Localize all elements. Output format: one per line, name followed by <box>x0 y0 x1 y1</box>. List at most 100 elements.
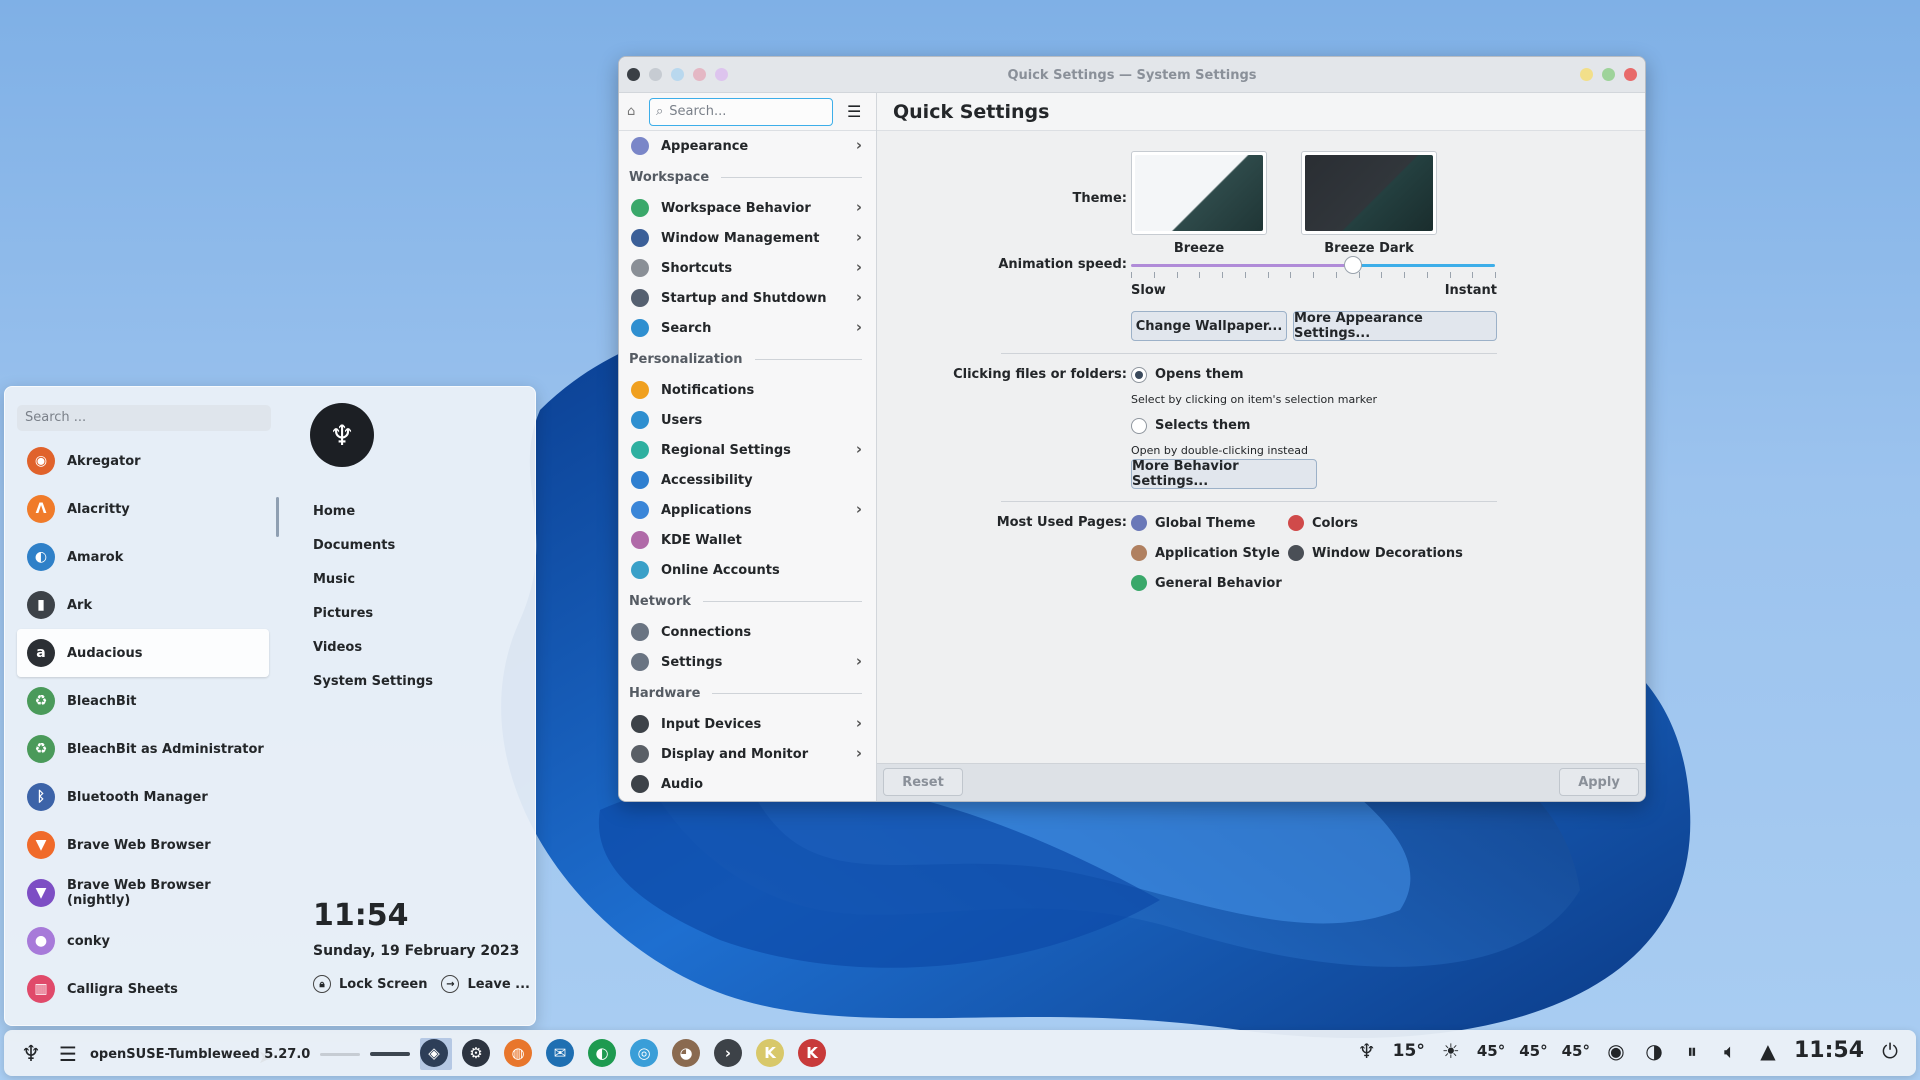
breeze-theme-thumbnail[interactable] <box>1131 151 1267 235</box>
more-appearance-settings-button[interactable]: More Appearance Settings... <box>1293 311 1497 341</box>
window-titlebar[interactable]: Quick Settings — System Settings <box>619 57 1645 93</box>
place-documents[interactable]: Documents <box>313 531 433 565</box>
night-color-icon[interactable]: ◑ <box>1642 1039 1666 1063</box>
launcher-app-item[interactable]: a Audacious <box>17 629 269 677</box>
sidebar-item-users[interactable]: Users <box>627 405 868 435</box>
temp-sensor-3[interactable]: 45° <box>1562 1042 1590 1060</box>
sidebar-item-kde-wallet[interactable]: KDE Wallet <box>627 525 868 555</box>
weather-temperature[interactable]: 15° <box>1393 1041 1425 1061</box>
opensuse-icon[interactable]: ♆ <box>1355 1039 1379 1063</box>
sidebar-item-startup-and-shutdown[interactable]: Startup and Shutdown › <box>627 283 868 313</box>
launcher-app-item[interactable]: ᛒ Bluetooth Manager <box>17 773 269 821</box>
sidebar-item-settings[interactable]: Settings › <box>627 647 868 677</box>
system-settings-task-button[interactable]: ⚙ <box>458 1036 494 1070</box>
launcher-app-item[interactable]: ♻ BleachBit as Administrator <box>17 725 269 773</box>
place-videos[interactable]: Videos <box>313 633 433 667</box>
more-behavior-settings-button[interactable]: More Behavior Settings... <box>1131 459 1317 489</box>
sidebar-item-connections[interactable]: Connections <box>627 617 868 647</box>
taskbar-clock[interactable]: 11:54 <box>1794 1038 1864 1063</box>
sidebar-item-appearance[interactable]: Appearance › <box>627 131 868 161</box>
thunderbird-task-button[interactable]: ✉ <box>542 1036 578 1070</box>
discover-task-button[interactable]: ◈ <box>416 1036 452 1070</box>
kvantum-manager-task-button[interactable]: K <box>794 1036 830 1070</box>
sidebar-search-input[interactable]: ⌕ Search... <box>649 97 833 126</box>
place-home[interactable]: Home <box>313 497 433 531</box>
launcher-icon[interactable]: ♆ <box>16 1042 46 1067</box>
sidebar-item-accessibility[interactable]: Accessibility <box>627 465 868 495</box>
lock-screen-button[interactable]: 🔒︎ Lock Screen <box>313 975 427 993</box>
store-task-button[interactable]: ◎ <box>626 1036 662 1070</box>
sidebar-item-regional-settings[interactable]: Regional Settings › <box>627 435 868 465</box>
spotify-like-task-button[interactable]: ◐ <box>584 1036 620 1070</box>
launcher-app-label: Audacious <box>67 645 143 661</box>
maximize-button[interactable] <box>1602 68 1615 81</box>
gimp-task-button[interactable]: ◕ <box>668 1036 704 1070</box>
chevron-right-icon: › <box>855 198 862 216</box>
place-pictures[interactable]: Pictures <box>313 599 433 633</box>
launcher-app-item[interactable]: ▮ Ark <box>17 581 269 629</box>
sidebar-item-shortcuts[interactable]: Shortcuts › <box>627 253 868 283</box>
sidebar-item-workspace-behavior[interactable]: Workspace Behavior › <box>627 193 868 223</box>
animation-speed-slider[interactable] <box>1131 256 1496 280</box>
temp-sensor-2[interactable]: 45° <box>1519 1042 1547 1060</box>
notifications-icon <box>631 381 649 399</box>
apply-button[interactable]: Apply <box>1559 768 1639 796</box>
opens-them-radio[interactable] <box>1131 367 1147 383</box>
change-wallpaper-button[interactable]: Change Wallpaper... <box>1131 311 1287 341</box>
place-music[interactable]: Music <box>313 565 433 599</box>
launcher-app-item[interactable]: Λ Alacritty <box>17 485 269 533</box>
most-used-window-decorations[interactable]: Window Decorations <box>1288 545 1463 561</box>
leave-button[interactable]: → Leave ... <box>441 975 530 993</box>
startup-and-shutdown-icon <box>631 289 649 307</box>
pause-icon[interactable]: ⏸︎ <box>1680 1039 1704 1063</box>
sidebar-item-search[interactable]: Search › <box>627 313 868 343</box>
temp-sensor-1[interactable]: 45° <box>1477 1042 1505 1060</box>
sidebar-item-label: Window Management <box>661 230 820 246</box>
alacritty-icon: Λ <box>27 495 55 523</box>
selects-them-radio[interactable] <box>1131 418 1147 434</box>
terminal-task-button[interactable]: › <box>710 1036 746 1070</box>
sidebar-item-window-management[interactable]: Window Management › <box>627 223 868 253</box>
tray-expand-icon[interactable]: ▲ <box>1756 1039 1780 1063</box>
minimize-button[interactable] <box>1580 68 1593 81</box>
launcher-app-item[interactable]: ◐ Amarok <box>17 533 269 581</box>
breeze-dark-theme-thumbnail[interactable] <box>1301 151 1437 235</box>
launcher-app-label: Brave Web Browser (nightly) <box>67 878 211 908</box>
home-icon[interactable]: ⌂ <box>627 104 643 119</box>
media-record-icon[interactable]: ◉ <box>1604 1039 1628 1063</box>
power-icon[interactable]: ⏻ <box>1878 1039 1902 1063</box>
launcher-app-item[interactable]: ♻ BleachBit <box>17 677 269 725</box>
sidebar-item-notifications[interactable]: Notifications <box>627 375 868 405</box>
most-used-general-behavior[interactable]: General Behavior <box>1131 575 1282 591</box>
volume-icon[interactable]: 🔈︎ <box>1718 1039 1742 1063</box>
most-used-global-theme[interactable]: Global Theme <box>1131 515 1255 531</box>
weather-sun-cloud-icon[interactable]: ☀ <box>1439 1039 1463 1063</box>
hamburger-menu-icon[interactable]: ☰ <box>847 102 861 121</box>
active-task-indicator[interactable] <box>370 1052 411 1056</box>
launcher-scrollbar[interactable] <box>276 497 279 537</box>
firefox-task-button[interactable]: ◍ <box>500 1036 536 1070</box>
close-button[interactable] <box>1624 68 1637 81</box>
launcher-app-item[interactable]: ▼ Brave Web Browser <box>17 821 269 869</box>
window-list-icon[interactable]: ☰ <box>56 1042 80 1066</box>
most-used-colors[interactable]: Colors <box>1288 515 1358 531</box>
sidebar-item-input-devices[interactable]: Input Devices › <box>627 709 868 739</box>
launcher-app-item[interactable]: ◉ Akregator <box>17 437 269 485</box>
kvantum-task-button[interactable]: K <box>752 1036 788 1070</box>
place-system-settings[interactable]: System Settings <box>313 667 433 701</box>
sidebar-item-audio[interactable]: Audio <box>627 769 868 799</box>
launcher-app-item[interactable]: ▼ Brave Web Browser (nightly) <box>17 869 269 917</box>
sidebar-item-applications[interactable]: Applications › <box>627 495 868 525</box>
sidebar-item-online-accounts[interactable]: Online Accounts <box>627 555 868 585</box>
sidebar-item-display-and-monitor[interactable]: Display and Monitor › <box>627 739 868 769</box>
user-avatar[interactable]: ♆ <box>310 403 374 467</box>
active-window-title[interactable]: openSUSE-Tumbleweed 5.27.0 <box>90 1047 310 1062</box>
launcher-app-label: Amarok <box>67 549 124 565</box>
reset-button[interactable]: Reset <box>883 768 963 796</box>
launcher-search-input[interactable]: Search ... <box>17 405 271 431</box>
launcher-app-item[interactable]: ● conky <box>17 917 269 965</box>
launcher-app-item[interactable]: ▥ Calligra Sheets <box>17 965 269 1013</box>
most-used-application-style[interactable]: Application Style <box>1131 545 1280 561</box>
window-decorations-icon <box>1288 545 1304 561</box>
slider-handle[interactable] <box>1344 256 1362 274</box>
